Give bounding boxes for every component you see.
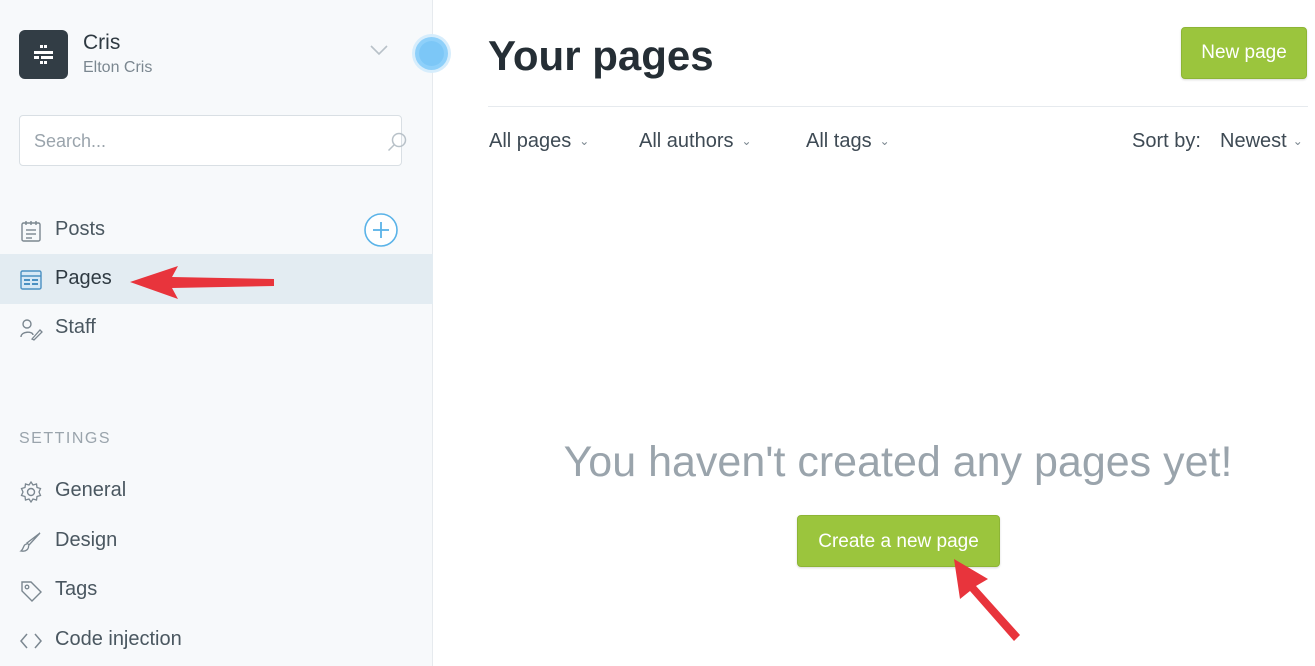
annotation-arrow-icon — [954, 559, 1020, 641]
search-icon[interactable] — [386, 131, 408, 153]
filter-author-label: All authors — [639, 130, 734, 152]
empty-state-message: You haven't created any pages yet! — [563, 438, 1233, 486]
blog-logo[interactable] — [19, 30, 68, 79]
sidebar-item-tags[interactable]: Tags — [0, 565, 433, 615]
blog-title[interactable]: Cris — [83, 31, 120, 55]
status-indicator — [415, 37, 448, 70]
chevron-down-icon: ⌄ — [579, 134, 590, 148]
blog-user-name[interactable]: Elton Cris — [83, 59, 152, 77]
sidebar-item-label: General — [55, 479, 127, 501]
search-box — [19, 115, 407, 166]
settings-heading: SETTINGS — [19, 430, 112, 447]
header-divider — [488, 106, 1308, 107]
filter-tag-dropdown[interactable]: All tags ⌄ — [806, 130, 890, 153]
pages-icon — [20, 270, 42, 290]
gear-icon — [20, 480, 42, 504]
sidebar-item-label: Design — [55, 529, 118, 551]
posts-icon — [21, 221, 41, 242]
sort-value: Newest — [1220, 130, 1287, 152]
tag-icon — [21, 581, 42, 602]
sidebar-item-label: Posts — [55, 218, 106, 240]
brush-icon — [19, 532, 41, 552]
filter-type-dropdown[interactable]: All pages ⌄ — [489, 130, 589, 153]
page-title: Your pages — [488, 32, 714, 79]
sidebar-item-label: Code injection — [55, 628, 182, 650]
chevron-down-icon: ⌄ — [741, 134, 752, 148]
chevron-down-icon: ⌄ — [879, 134, 890, 148]
sort-label: Sort by: — [1132, 130, 1201, 152]
chevron-down-icon: ⌄ — [1292, 134, 1303, 148]
sidebar-item-label: Staff — [55, 316, 96, 338]
sidebar-item-general[interactable]: General — [0, 466, 433, 516]
search-input[interactable] — [34, 129, 354, 153]
sort-dropdown[interactable]: Newest ⌄ — [1220, 130, 1303, 153]
sidebar: Cris Elton Cris Posts — [0, 0, 433, 666]
sidebar-item-label: Tags — [55, 578, 98, 600]
staff-icon — [20, 319, 43, 341]
filter-author-dropdown[interactable]: All authors ⌄ — [639, 130, 752, 153]
sidebar-item-label: Pages — [55, 267, 112, 289]
chevron-down-icon[interactable] — [369, 44, 389, 56]
sidebar-item-staff[interactable]: Staff — [0, 303, 433, 353]
add-post-button[interactable] — [363, 212, 399, 248]
sidebar-item-design[interactable]: Design — [0, 516, 433, 566]
new-page-button[interactable]: New page — [1181, 27, 1307, 79]
code-icon — [20, 633, 42, 649]
filter-tag-label: All tags — [806, 130, 872, 152]
sidebar-item-code-injection[interactable]: Code injection — [0, 615, 433, 665]
annotation-arrow-icon — [130, 266, 274, 299]
blog-logo-icon — [34, 45, 53, 64]
filter-type-label: All pages — [489, 130, 572, 152]
